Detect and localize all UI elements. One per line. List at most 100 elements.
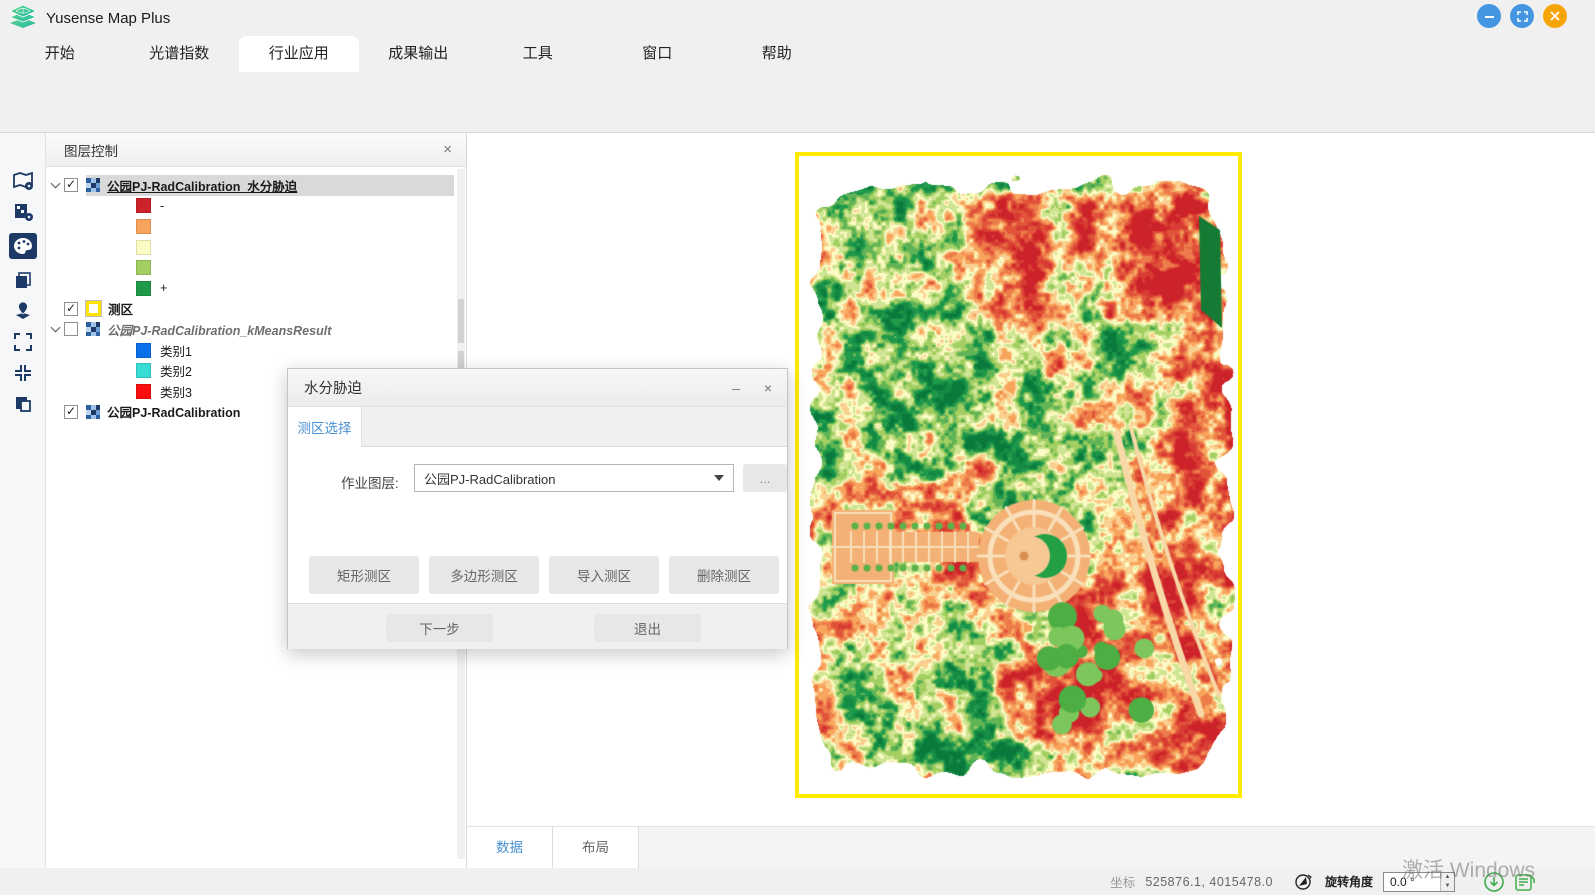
layer-visibility-checkbox[interactable] (64, 302, 78, 316)
legend-color-swatch (136, 363, 151, 378)
view-tab-strip: 数据布局 (467, 826, 1595, 868)
layer-row-main[interactable]: 公园PJ-RadCalibration_kMeansResult (86, 319, 454, 340)
dialog-close-icon[interactable]: × (751, 380, 785, 396)
layer-tree-item[interactable]: 测区 (46, 299, 466, 320)
full-extent-icon[interactable] (9, 332, 37, 352)
dialog-title: 水分胁迫 (304, 377, 362, 398)
work-layer-label: 作业图层: (341, 472, 399, 492)
expander-chevron-icon[interactable] (46, 183, 64, 187)
download-circle-icon[interactable] (1483, 871, 1505, 893)
legend-label: - (160, 199, 164, 213)
app-title: Yusense Map Plus (46, 10, 170, 27)
minimize-button[interactable] (1477, 4, 1501, 28)
legend-color-swatch (136, 260, 151, 275)
legend-swatch-item[interactable] (46, 257, 466, 278)
dialog-body: 作业图层: 公园PJ-RadCalibration ... 矩形测区多边形测区导… (288, 447, 787, 603)
layer-label: 公园PJ-RadCalibration_水分胁迫 (107, 176, 297, 195)
legend-swatch-item[interactable]: 类别1 (46, 340, 466, 361)
layer-panel-header: 图层控制 × (46, 133, 466, 167)
legend-color-swatch (136, 198, 151, 213)
water-stress-dialog: 水分胁迫 – × 测区选择 作业图层: 公园PJ-RadCalibration … (287, 368, 788, 649)
layer-tree-item[interactable]: 公园PJ-RadCalibration_kMeansResult (46, 319, 466, 340)
tab-region-selection[interactable]: 测区选择 (288, 407, 362, 447)
application-window: Yusense Map Plus 开始光谱指数行业应用成果输出工具窗口帮助 行业… (0, 0, 1595, 895)
browse-button[interactable]: ... (743, 464, 787, 492)
menu-tab-4[interactable]: 工具 (478, 36, 598, 72)
coordinate-value: 525876.1, 4015478.0 (1145, 875, 1273, 889)
legend-label: + (160, 281, 167, 295)
layer-label: 公园PJ-RadCalibration_kMeansResult (107, 320, 331, 339)
layer-visibility-checkbox[interactable] (64, 178, 78, 192)
work-layer-value: 公园PJ-RadCalibration (415, 469, 714, 488)
legend-color-swatch (136, 240, 151, 255)
raster-layer-icon (86, 178, 100, 192)
region-button-1[interactable]: 多边形测区 (429, 556, 539, 594)
rotation-value: 0.0 ° (1384, 875, 1440, 889)
vector-layer-swatch-icon (86, 301, 101, 316)
menu-tab-1[interactable]: 光谱指数 (120, 36, 240, 72)
coordinate-label: 坐标 (1110, 872, 1135, 891)
layer-label: 测区 (108, 299, 133, 318)
work-layer-dropdown[interactable]: 公园PJ-RadCalibration (414, 464, 734, 492)
region-button-3[interactable]: 删除测区 (669, 556, 779, 594)
duplicate-view-icon[interactable] (9, 394, 37, 414)
region-button-0[interactable]: 矩形测区 (309, 556, 419, 594)
layer-row-main[interactable]: 测区 (86, 299, 454, 320)
legend-swatch-item[interactable] (46, 216, 466, 237)
raster-layer-icon (86, 405, 100, 419)
ndvi-raster-canvas (799, 156, 1238, 794)
manual-book-icon[interactable] (1513, 871, 1537, 893)
layers-stack-icon[interactable] (9, 270, 37, 290)
region-button-2[interactable]: 导入测区 (549, 556, 659, 594)
add-raster-layer-icon[interactable] (9, 202, 37, 222)
menu-tab-0[interactable]: 开始 (0, 36, 120, 72)
expander-chevron-icon[interactable] (46, 327, 64, 331)
legend-swatch-item[interactable]: - (46, 196, 466, 217)
exit-button[interactable]: 退出 (594, 614, 701, 642)
legend-swatch-item[interactable] (46, 237, 466, 258)
menu-tab-3[interactable]: 成果输出 (359, 36, 479, 72)
add-vector-layer-icon[interactable] (9, 171, 37, 191)
layer-visibility-checkbox[interactable] (64, 322, 78, 336)
maximize-button[interactable] (1510, 4, 1534, 28)
locate-pin-icon[interactable] (9, 301, 37, 321)
next-step-button[interactable]: 下一步 (386, 614, 493, 642)
rotation-label: 旋转角度 (1325, 873, 1373, 890)
legend-color-swatch (136, 281, 151, 296)
spinner-buttons[interactable]: ▲▼ (1440, 873, 1454, 891)
status-bar: 坐标 525876.1, 4015478.0 旋转角度 0.0 ° ▲▼ (0, 868, 1595, 895)
layer-panel-title: 图层控制 (64, 140, 118, 160)
legend-label: 类别1 (160, 341, 192, 360)
dialog-tab-strip: 测区选择 (288, 407, 787, 447)
rotation-spinner[interactable]: 0.0 ° ▲▼ (1383, 872, 1455, 892)
menu-tab-6[interactable]: 帮助 (717, 36, 837, 72)
collapse-extent-icon[interactable] (9, 363, 37, 383)
menu-tab-2[interactable]: 行业应用 (239, 36, 359, 72)
close-button[interactable] (1543, 4, 1567, 28)
legend-swatch-item[interactable]: + (46, 278, 466, 299)
survey-region-rectangle[interactable] (795, 152, 1242, 798)
view-tab-0[interactable]: 数据 (467, 827, 553, 869)
legend-label: 类别2 (160, 361, 192, 380)
layer-tree-item[interactable]: 公园PJ-RadCalibration_水分胁迫 (46, 175, 466, 196)
tab-strip-filler (639, 827, 1595, 868)
layer-label: 公园PJ-RadCalibration (107, 402, 240, 421)
legend-label: 类别3 (160, 382, 192, 401)
ribbon-toolbar: 行业模块: 基础应用 水分胁迫叶面积指数 (0, 72, 1595, 133)
app-logo-icon (8, 4, 38, 32)
legend-color-swatch (136, 343, 151, 358)
layer-panel-close-icon[interactable]: × (443, 141, 452, 158)
layer-row-main[interactable]: 公园PJ-RadCalibration_水分胁迫 (86, 175, 454, 196)
dialog-title-bar[interactable]: 水分胁迫 – × (288, 369, 787, 407)
symbology-palette-icon[interactable] (9, 233, 37, 259)
chevron-down-icon (714, 475, 724, 481)
title-bar: Yusense Map Plus (0, 0, 1595, 36)
raster-layer-icon (86, 322, 100, 336)
menu-bar: 开始光谱指数行业应用成果输出工具窗口帮助 (0, 36, 1595, 72)
view-tab-1[interactable]: 布局 (553, 827, 639, 869)
legend-color-swatch (136, 219, 151, 234)
layer-visibility-checkbox[interactable] (64, 405, 78, 419)
tool-icon-strip (0, 133, 46, 868)
dialog-minimize-icon[interactable]: – (721, 380, 751, 396)
menu-tab-5[interactable]: 窗口 (598, 36, 718, 72)
